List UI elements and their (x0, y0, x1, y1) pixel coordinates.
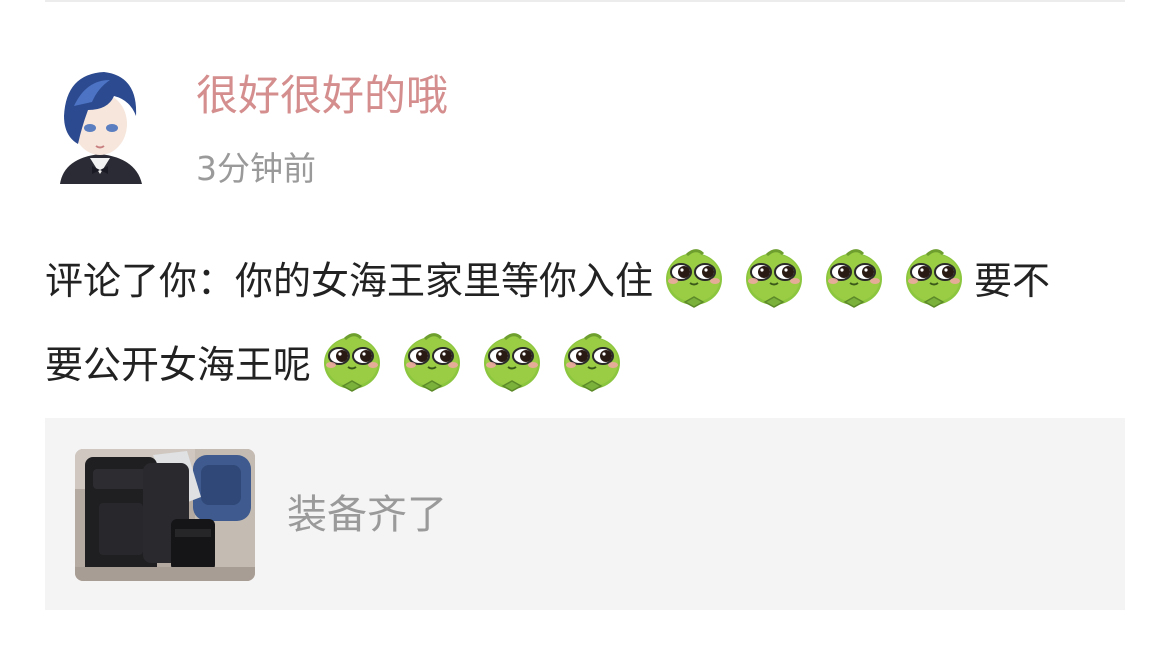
green-bean-emoji-icon (561, 329, 623, 393)
quoted-post-text: 装备齐了 (287, 492, 447, 538)
green-bean-emoji-icon (903, 245, 965, 309)
green-bean-emoji-icon (481, 329, 543, 393)
username[interactable]: 很好很好的哦 (196, 70, 448, 122)
top-divider (45, 0, 1125, 2)
quoted-post-card[interactable]: 装备齐了 (45, 418, 1125, 610)
avatar[interactable] (52, 66, 148, 184)
comment-text-1: 评论了你：你的女海王家里等你入住 (45, 258, 654, 303)
post-thumbnail[interactable] (75, 449, 255, 581)
green-bean-emoji-icon (321, 329, 383, 393)
green-bean-emoji-icon (743, 245, 805, 309)
green-bean-emoji-icon (401, 329, 463, 393)
comment-text-1-tail: 要不 (974, 258, 1051, 303)
comment-line-2: 要公开女海王呢 (45, 320, 1135, 402)
green-bean-emoji-icon (823, 245, 885, 309)
timestamp: 3分钟前 (196, 149, 316, 188)
comment-line-1: 评论了你：你的女海王家里等你入住 要不 (45, 236, 1135, 318)
comment-text-2: 要公开女海王呢 (45, 342, 312, 387)
comment-content: 评论了你：你的女海王家里等你入住 要不 要公开女海王呢 (45, 236, 1135, 402)
green-bean-emoji-icon (663, 245, 725, 309)
